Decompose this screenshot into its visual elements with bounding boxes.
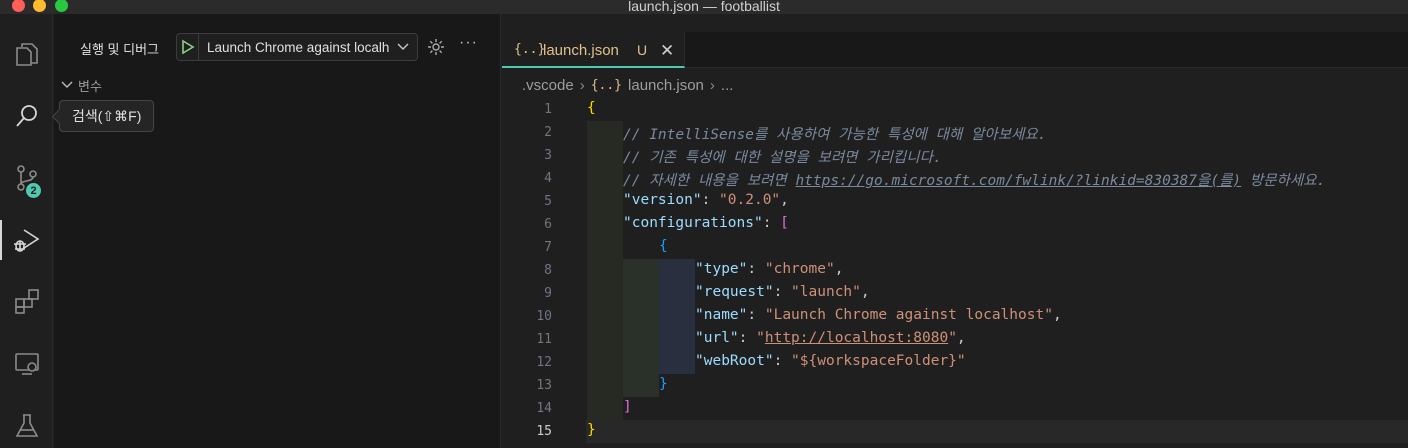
json-value: "Launch Chrome against localhost" <box>764 307 1053 323</box>
code-token: { <box>587 100 596 116</box>
line-number: 6 <box>544 217 552 232</box>
tab-bar: {..} launch.json U ✕ <box>502 32 1408 68</box>
code-link[interactable]: https://go.microsoft.com/fwlink/?linkid=… <box>795 173 1241 189</box>
variables-section-label: 변수 <box>78 78 102 94</box>
line-number: 14 <box>536 401 552 416</box>
code-line: 5 "version": "0.2.0", <box>502 190 1408 213</box>
json-value: "${workspaceFolder}" <box>791 353 966 369</box>
code-token: } <box>587 422 596 438</box>
sidebar-header: 실행 및 디버그 Launch Chrome against localhost… <box>54 32 501 62</box>
line-number: 7 <box>544 240 552 255</box>
variables-section-header[interactable]: 변수 <box>60 74 102 96</box>
json-value-link[interactable]: http://localhost:8080 <box>765 330 948 346</box>
line-number: 9 <box>544 286 552 301</box>
source-control-badge: 2 <box>24 181 43 200</box>
breadcrumb-more[interactable]: ... <box>721 77 734 94</box>
json-key: "version" <box>623 192 702 208</box>
activity-bar: 2 <box>0 14 53 448</box>
start-debugging-button[interactable] <box>177 34 199 60</box>
line-number: 13 <box>536 378 552 393</box>
remote-explorer-icon[interactable] <box>0 340 53 388</box>
json-key: "type" <box>695 261 748 277</box>
title-bar: launch.json — footballist <box>0 0 1408 14</box>
play-icon <box>181 39 195 55</box>
json-file-icon: {..} <box>590 77 623 93</box>
chevron-right-icon: › <box>709 76 715 94</box>
json-file-icon: {..} <box>514 42 546 57</box>
code-line: 15 } <box>502 420 1408 443</box>
json-value: "chrome" <box>764 261 835 277</box>
search-tooltip: 검색(⇧⌘F) <box>59 100 155 132</box>
code-token: } <box>659 376 668 392</box>
code-line: 10 "name": "Launch Chrome against localh… <box>502 305 1408 328</box>
code-comment: // 기존 특성에 대한 설명을 보려면 가리킵니다. <box>623 150 942 166</box>
code-comment: 방문하세요. <box>1241 173 1326 189</box>
chevron-down-icon <box>395 38 411 59</box>
tab-label: launch.json <box>543 42 619 59</box>
json-key: "webRoot" <box>695 353 774 369</box>
line-number: 12 <box>536 355 552 370</box>
breadcrumb-folder[interactable]: .vscode <box>522 77 574 94</box>
gear-icon[interactable] <box>426 37 446 62</box>
close-icon[interactable]: ✕ <box>660 41 674 61</box>
run-and-debug-icon[interactable] <box>0 216 53 264</box>
code-token: ] <box>623 399 632 415</box>
chevron-down-icon <box>61 81 73 88</box>
untracked-status: U <box>637 42 648 58</box>
code-line: 6 "configurations": [ <box>502 213 1408 236</box>
launch-config-dropdown[interactable]: Launch Chrome against localhost <box>176 33 418 61</box>
line-number: 3 <box>544 148 552 163</box>
launch-config-label: Launch Chrome against localhost <box>207 40 389 55</box>
code-line: 14 ] <box>502 397 1408 420</box>
chevron-right-icon: › <box>579 76 585 94</box>
window-title: launch.json — footballist <box>628 0 780 14</box>
json-value: "launch" <box>791 284 861 300</box>
json-bracket: [ <box>780 215 789 231</box>
line-number: 10 <box>536 309 552 324</box>
code-line: 9 "request": "launch", <box>502 282 1408 305</box>
line-number: 5 <box>544 194 552 209</box>
run-and-debug-sidebar: 실행 및 디버그 Launch Chrome against localhost… <box>54 14 501 448</box>
extensions-icon[interactable] <box>0 278 53 326</box>
search-icon[interactable] <box>0 92 53 140</box>
line-number: 11 <box>536 332 552 347</box>
code-line: 4 // 자세한 내용을 보려면 https://go.microsoft.co… <box>502 167 1408 190</box>
code-token: { <box>659 238 668 254</box>
line-number: 15 <box>536 424 552 439</box>
sidebar-title: 실행 및 디버그 <box>80 42 159 57</box>
json-key: "url" <box>695 330 739 346</box>
code-line: 12 "webRoot": "${workspaceFolder}" <box>502 351 1408 374</box>
code-line: 11 "url": "http://localhost:8080", <box>502 328 1408 351</box>
json-value: "0.2.0" <box>719 192 781 208</box>
json-key: "configurations" <box>623 215 763 231</box>
line-number: 2 <box>544 125 552 140</box>
code-line: 7 { <box>502 236 1408 259</box>
line-number: 1 <box>544 102 552 117</box>
code-comment: // IntelliSense를 사용하여 가능한 특성에 대해 알아보세요. <box>623 127 1047 143</box>
code-comment: // 자세한 내용을 보려면 <box>623 173 796 189</box>
code-line: 3 // 기존 특성에 대한 설명을 보려면 가리킵니다. <box>502 144 1408 167</box>
breadcrumb-file[interactable]: launch.json <box>628 77 704 94</box>
testing-icon[interactable] <box>0 402 53 448</box>
breadcrumb: .vscode › {..} launch.json › ... <box>522 75 733 95</box>
line-number: 4 <box>544 171 552 186</box>
source-control-icon[interactable]: 2 <box>0 154 53 202</box>
code-line: 8 "type": "chrome", <box>502 259 1408 282</box>
json-key: "request" <box>695 284 774 300</box>
code-line: 2 // IntelliSense를 사용하여 가능한 특성에 대해 알아보세요… <box>502 121 1408 144</box>
code-line: 1 { <box>502 98 1408 121</box>
json-key: "name" <box>695 307 748 323</box>
code-line: 13 } <box>502 374 1408 397</box>
tab-launch-json[interactable]: {..} launch.json U ✕ <box>502 32 685 68</box>
editor-area: {..} launch.json U ✕ .vscode › {..} laun… <box>502 14 1408 448</box>
more-actions-icon[interactable]: ··· <box>459 34 478 52</box>
explorer-icon[interactable] <box>0 30 53 78</box>
line-number: 8 <box>544 263 552 278</box>
